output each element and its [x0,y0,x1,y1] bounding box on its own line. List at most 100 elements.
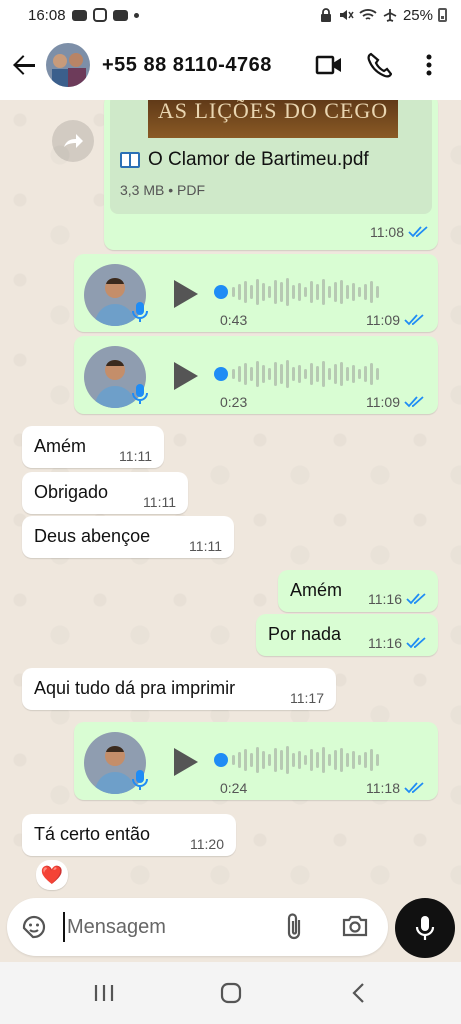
play-icon[interactable] [174,280,198,308]
waveform-bar [292,367,295,381]
recent-apps-icon [94,985,113,1001]
waveform-bar [262,751,265,769]
waveform-bar [322,361,325,387]
waveform-bar [280,750,283,770]
waveform[interactable] [232,276,379,308]
sticker-icon[interactable] [21,914,47,940]
text-message[interactable]: Tá certo então 11:20 [22,814,236,856]
mute-icon [339,10,354,20]
waveform-bar [316,752,319,768]
battery-percent: 25% [402,6,433,24]
video-camera-icon [315,55,341,75]
waveform-bar [274,362,277,386]
home-icon [220,982,241,1004]
more-options-button[interactable] [409,45,449,85]
message-text: Aqui tudo dá pra imprimir [34,678,236,698]
contact-avatar[interactable] [46,43,90,87]
waveform-bar [376,368,379,380]
waveform-bar [262,283,265,301]
waveform-bar [322,747,325,773]
waveform-bar [358,287,361,297]
playback-position-dot[interactable] [214,285,228,299]
play-icon[interactable] [174,748,198,776]
text-message[interactable]: Deus abençoe 11:11 [22,516,234,558]
waveform[interactable] [232,358,379,390]
text-message[interactable]: Amém 11:11 [22,426,164,468]
forward-button[interactable] [52,120,94,162]
waveform-bar [370,749,373,771]
waveform-bar [352,365,355,383]
message-time: 11:11 [143,494,176,510]
waveform-bar [238,752,241,768]
reaction-badge[interactable]: ❤️ [36,860,68,890]
paperclip-icon[interactable] [283,912,305,942]
pdf-file-name: O Clamor de Bartimeu.pdf [120,149,369,171]
pdf-meta: 3,3 MB • PDF [120,182,206,198]
camera-icon[interactable] [341,913,369,939]
voice-message[interactable]: 0:23 11:09 [74,336,438,414]
recent-apps-button[interactable] [79,973,129,1013]
waveform-bar [322,279,325,305]
waveform-bar [328,754,331,766]
waveform-bar [274,280,277,304]
waveform-bar [340,748,343,772]
phone-icon [367,52,392,78]
waveform-bar [298,365,301,383]
waveform-bar [298,751,301,769]
chat-area[interactable]: AS LIÇÕES DO CEGO O Clamor de Bartimeu.p… [0,100,461,895]
pdf-attachment[interactable]: AS LIÇÕES DO CEGO O Clamor de Bartimeu.p… [110,100,432,214]
text-message[interactable]: Amém 11:16 [278,570,438,612]
playback-position-dot[interactable] [214,753,228,767]
message-time: 11:16 [368,591,402,607]
message-input-container[interactable] [7,898,388,956]
waveform-bar [268,754,271,766]
more-notifications-icon [133,12,139,18]
message-text: Obrigado [34,482,109,502]
waveform-bar [334,282,337,302]
waveform[interactable] [232,744,379,776]
pdf-message[interactable]: AS LIÇÕES DO CEGO O Clamor de Bartimeu.p… [104,100,438,250]
home-button[interactable] [206,973,256,1013]
play-icon[interactable] [174,362,198,390]
voice-message[interactable]: 0:43 11:09 [74,254,438,332]
waveform-bar [340,362,343,386]
back-button[interactable] [333,973,383,1013]
text-message[interactable]: Aqui tudo dá pra imprimir 11:17 [22,668,336,710]
system-nav-bar [0,962,461,1024]
record-voice-button[interactable] [395,898,455,958]
waveform-bar [370,281,373,303]
waveform-bar [304,287,307,297]
mic-icon [132,302,148,322]
waveform-bar [352,283,355,301]
waveform-bar [358,369,361,379]
back-arrow-icon[interactable] [12,52,38,78]
waveform-bar [334,364,337,384]
read-ticks-icon [408,226,428,238]
read-ticks-icon [404,782,424,794]
waveform-bar [346,367,349,381]
waveform-bar [232,369,235,379]
instagram-icon [92,8,107,22]
status-right: 25% [319,7,447,24]
message-input[interactable] [63,912,273,942]
chat-header: +55 88 8110-4768 [0,30,461,100]
lock-icon [320,8,331,22]
text-message[interactable]: Por nada 11:16 [256,614,438,656]
message-text: Amém [34,436,87,456]
contact-name[interactable]: +55 88 8110-4768 [102,54,299,77]
waveform-bar [256,279,259,305]
message-text: Tá certo então [34,824,151,844]
waveform-bar [376,286,379,298]
voice-message[interactable]: 0:24 11:18 [74,722,438,800]
mic-icon [132,384,148,404]
waveform-bar [364,366,367,382]
status-bar: 16:08 25% [0,0,461,30]
voice-call-button[interactable] [359,45,399,85]
waveform-bar [358,755,361,765]
video-call-button[interactable] [309,45,349,85]
status-left: 16:08 [28,7,139,24]
waveform-bar [334,750,337,770]
playback-position-dot[interactable] [214,367,228,381]
voice-duration: 0:43 [220,312,248,328]
text-message[interactable]: Obrigado 11:11 [22,472,188,514]
